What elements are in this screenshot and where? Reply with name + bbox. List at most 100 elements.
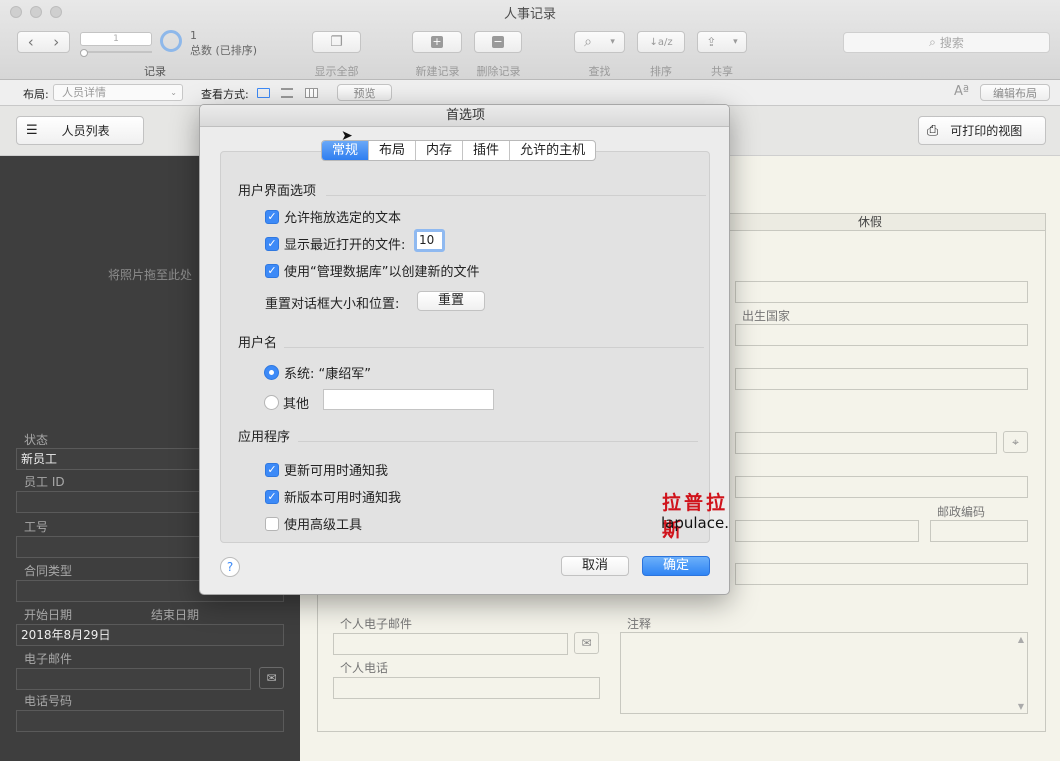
tab-plugins[interactable]: 插件 — [462, 141, 509, 160]
postal-code-field[interactable] — [930, 520, 1028, 542]
birth-country-label: 出生国家 — [742, 309, 791, 323]
checkbox-notify-update[interactable]: ✓ — [265, 462, 279, 477]
personal-email-field[interactable] — [333, 633, 568, 655]
detail-field-3[interactable] — [735, 368, 1028, 390]
table-view-icon[interactable] — [305, 88, 318, 98]
ok-button[interactable]: 确定 — [642, 556, 710, 576]
option-drag-drop-label: 允许拖放选定的文本 — [284, 211, 402, 226]
sort-label: 排序 — [650, 65, 672, 78]
cancel-button[interactable]: 取消 — [561, 556, 629, 576]
personal-email-icon[interactable]: ✉ — [574, 632, 599, 654]
record-label: 记录 — [144, 65, 166, 78]
preferences-dialog: 首选项 常规 布局 内存 插件 允许的主机 用户界面选项 ✓ 允许拖放选定的文本… — [199, 104, 730, 595]
dialog-title: 首选项 — [200, 105, 729, 127]
sort-button[interactable]: ↓a/z — [637, 31, 685, 53]
record-nav-group: ‹ › — [17, 31, 70, 53]
preview-button[interactable]: 预览 — [337, 84, 392, 101]
plus-icon: + — [431, 35, 443, 48]
view-mode-label: 查看方式: — [201, 88, 249, 101]
reset-button[interactable]: 重置 — [417, 291, 485, 311]
phone-label: 电话号码 — [24, 694, 73, 708]
new-record-label: 新建记录 — [415, 65, 460, 78]
checkbox-notify-version[interactable]: ✓ — [265, 489, 279, 504]
phone-field[interactable] — [16, 710, 284, 732]
option-manage-db[interactable]: ✓ 使用“管理数据库”以创建新的文件 — [265, 261, 479, 280]
record-slider-track[interactable] — [80, 51, 152, 53]
chevron-down-icon[interactable]: ▾ — [610, 37, 615, 47]
detail-field-1[interactable] — [735, 281, 1028, 303]
employee-id-label: 员工 ID — [24, 475, 65, 489]
status-label: 状态 — [24, 433, 49, 447]
map-pin-icon[interactable]: ⌖ — [1003, 431, 1028, 453]
scroll-up-icon[interactable]: ▲ — [1018, 635, 1024, 644]
chevron-down-icon: ⌄ — [170, 88, 177, 97]
ui-options-heading: 用户界面选项 — [238, 184, 317, 199]
record-pie-icon — [160, 30, 182, 52]
find-button[interactable]: ⌕ ▾ — [574, 31, 625, 53]
option-notify-version[interactable]: ✓ 新版本可用时通知我 — [265, 487, 401, 506]
address-field[interactable] — [735, 432, 997, 454]
checkbox-manage-db[interactable]: ✓ — [265, 263, 279, 278]
record-total-text: 总数 (已排序) — [190, 44, 258, 57]
radio-system-user[interactable]: 系统: “康绍军” — [264, 363, 371, 382]
mouse-cursor-icon: ➤ — [341, 128, 353, 144]
email-field[interactable] — [16, 668, 251, 690]
radio-other[interactable] — [264, 395, 279, 410]
scroll-down-icon[interactable]: ▼ — [1018, 702, 1024, 711]
email-icon[interactable]: ✉ — [259, 667, 284, 689]
radio-system[interactable] — [264, 365, 279, 380]
magnifier-icon: ⌕ — [584, 34, 592, 50]
country-field[interactable] — [735, 563, 1028, 585]
tab-layout[interactable]: 布局 — [368, 141, 415, 160]
option-advanced-tools[interactable]: 使用高级工具 — [265, 514, 362, 533]
radio-other-user[interactable]: 其他 — [264, 393, 309, 412]
notes-textarea[interactable]: ▲ ▼ — [620, 632, 1028, 714]
personal-phone-field[interactable] — [333, 677, 600, 699]
recent-files-count-input[interactable]: 10 — [414, 229, 445, 252]
search-field[interactable]: ⌕ 搜索 — [843, 32, 1050, 53]
state-field[interactable] — [735, 520, 919, 542]
record-number-field[interactable]: 1 — [80, 32, 152, 46]
option-recent-files[interactable]: ✓ 显示最近打开的文件: — [265, 234, 405, 253]
other-username-input[interactable] — [323, 389, 494, 410]
checkbox-drag-drop[interactable]: ✓ — [265, 209, 279, 224]
layout-select[interactable]: 人员详情 ⌄ — [53, 84, 183, 101]
help-icon[interactable]: ? — [220, 557, 240, 577]
sort-az-icon: ↓a/z — [649, 36, 673, 48]
start-date-field[interactable]: 2018年8月29日 — [16, 624, 284, 646]
end-date-label: 结束日期 — [151, 608, 200, 622]
vacation-label: 休假 — [858, 215, 883, 229]
form-view-icon[interactable] — [257, 88, 270, 98]
reset-dialog-label: 重置对话框大小和位置: — [265, 297, 400, 312]
option-notify-update[interactable]: ✓ 更新可用时通知我 — [265, 460, 388, 479]
list-icon: ☰ — [26, 123, 38, 138]
delete-record-button[interactable]: − — [474, 31, 522, 53]
edit-layout-button[interactable]: 编辑布局 — [980, 84, 1050, 101]
tab-memory[interactable]: 内存 — [415, 141, 462, 160]
staff-list-button[interactable]: ☰ 人员列表 — [16, 116, 144, 145]
record-slider-thumb[interactable] — [80, 49, 88, 57]
application-heading: 应用程序 — [238, 430, 291, 445]
checkbox-recent-files[interactable]: ✓ — [265, 236, 279, 251]
printable-view-button[interactable]: ⎙ 可打印的视图 — [918, 116, 1046, 145]
tab-bar: 常规 布局 内存 插件 允许的主机 — [321, 140, 597, 161]
chevron-down-icon[interactable]: ▾ — [733, 37, 738, 47]
share-button[interactable]: ⇪ ▾ — [697, 31, 747, 53]
text-size-icon[interactable]: Aª — [954, 84, 969, 99]
option-drag-drop[interactable]: ✓ 允许拖放选定的文本 — [265, 207, 401, 226]
show-all-button[interactable]: ❐ — [312, 31, 361, 53]
printable-view-label: 可打印的视图 — [950, 124, 1023, 138]
tab-allowed-hosts[interactable]: 允许的主机 — [509, 141, 595, 160]
birth-country-field[interactable] — [735, 324, 1028, 346]
stack-icon: ❐ — [330, 34, 343, 50]
list-view-icon[interactable] — [281, 88, 293, 98]
city-field[interactable] — [735, 476, 1028, 498]
checkbox-advanced-tools[interactable] — [265, 516, 279, 531]
search-placeholder: 搜索 — [939, 36, 964, 50]
chevron-right-icon[interactable]: › — [53, 33, 59, 51]
layout-label: 布局: — [23, 88, 49, 101]
new-record-button[interactable]: + — [412, 31, 462, 53]
radio-other-label: 其他 — [283, 397, 310, 412]
chevron-left-icon[interactable]: ‹ — [28, 33, 34, 51]
email-label: 电子邮件 — [24, 652, 73, 666]
